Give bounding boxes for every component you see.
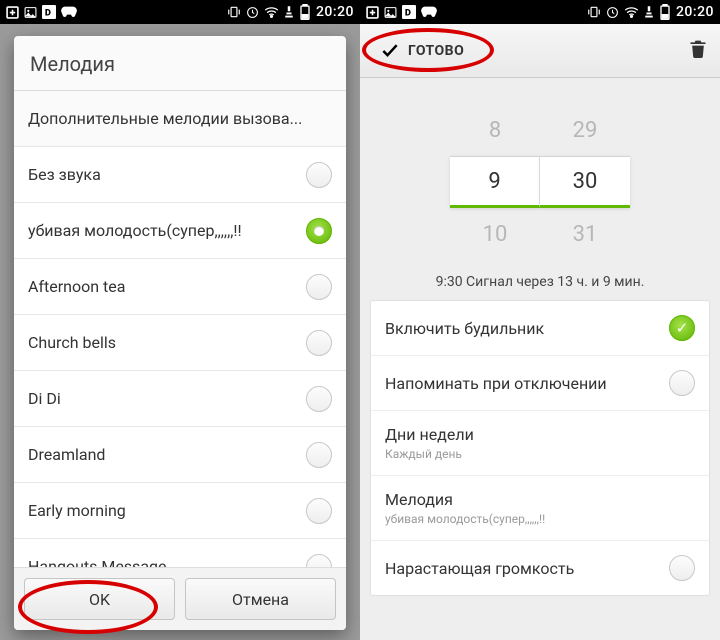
settings-label: Мелодия [385,490,545,509]
screen-left: D 20:20 Мелодия Дополнительные мелодии в… [0,0,360,640]
alarm-subtitle: 9:30 Сигнал через 13 ч. и 9 мин. [360,274,720,290]
signal-icon [284,6,294,19]
radio-icon[interactable] [306,218,332,244]
ringtone-row[interactable]: Hangouts Message [14,539,346,567]
wifi-icon [264,6,279,18]
wifi-icon [624,6,639,18]
hour-prev: 8 [450,104,540,156]
ringtone-label: убивая молодость(супер,,,,,,!! [28,221,242,240]
hour-selected: 9 [450,156,540,208]
radio-icon[interactable] [306,554,332,568]
settings-row[interactable]: Дни недели Каждый день [371,411,709,476]
hour-column[interactable]: 8 9 10 [450,104,540,260]
ringtone-label: Di Di [28,389,61,408]
battery-icon [659,4,671,20]
ringtone-row[interactable]: Дополнительные мелодии вызова... [14,91,346,147]
vibrate-icon [227,5,241,19]
dialog-title: Мелодия [14,36,346,91]
status-bar: D 20:20 [0,0,360,24]
ringtone-row[interactable]: Early morning [14,483,346,539]
dailymotion-icon: D [42,5,56,19]
ringtone-row[interactable]: Di Di [14,371,346,427]
radio-icon[interactable] [306,442,332,468]
ringtone-list[interactable]: Дополнительные мелодии вызова... Без звук… [14,91,346,567]
hour-next: 10 [450,208,540,260]
status-time: 20:20 [676,4,714,20]
time-picker[interactable]: 8 9 10 29 30 31 [450,104,630,260]
settings-label: Включить будильник [385,319,544,338]
cancel-button[interactable]: Отмена [185,578,336,620]
minute-prev: 29 [540,104,630,156]
settings-row[interactable]: Мелодия убивая молодость(супер,,,,,,!! [371,476,709,541]
ok-button[interactable]: OK [24,578,175,620]
clock-icon [246,6,259,19]
plus-icon [6,6,19,19]
settings-row[interactable]: Нарастающая громкость [371,541,709,595]
settings-label: Напоминать при отключении [385,374,607,393]
ringtone-label: Hangouts Message [28,557,166,567]
radio-icon[interactable] [306,162,332,188]
ringtone-row[interactable]: Church bells [14,315,346,371]
toggle-icon[interactable]: ✓ [669,315,695,341]
ringtone-row[interactable]: Dreamland [14,427,346,483]
ringtone-label: Без звука [28,165,101,184]
dialog-actions: OK Отмена [14,567,346,630]
status-time: 20:20 [316,4,354,20]
radio-icon[interactable] [306,274,332,300]
minute-next: 31 [540,208,630,260]
radio-icon[interactable] [306,498,332,524]
delete-button[interactable] [688,38,708,64]
battery-icon [299,4,311,20]
svg-text:D: D [405,8,411,19]
svg-text:D: D [45,8,51,19]
ringtone-label: Church bells [28,333,116,352]
ringtone-label: Дополнительные мелодии вызова... [28,109,302,128]
radio-icon[interactable] [306,330,332,356]
plus-icon [366,6,379,19]
settings-row[interactable]: Напоминать при отключении [371,356,709,411]
image-icon [384,6,397,19]
ringtone-label: Early morning [28,501,126,520]
topbar: ГОТОВО [360,24,720,78]
settings-label: Нарастающая громкость [385,559,574,578]
screen-right: D 20:20 ГОТОВО 8 9 10 [360,0,720,640]
settings-card: Включить будильник ✓ Напоминать при отключ… [370,300,710,596]
toggle-icon[interactable] [669,555,695,581]
vibrate-icon [587,5,601,19]
check-icon [380,41,400,61]
settings-sublabel: Каждый день [385,447,474,461]
ringtone-label: Dreamland [28,445,105,464]
ringtone-row[interactable]: Afternoon tea [14,259,346,315]
clock-icon [606,6,619,19]
radio-icon[interactable] [306,386,332,412]
signal-icon [644,6,654,19]
minute-selected: 30 [540,156,630,208]
ringtone-row[interactable]: убивая молодость(супер,,,,,,!! [14,203,346,259]
ringtone-row[interactable]: Без звука [14,147,346,203]
status-bar: D 20:20 [360,0,720,24]
settings-sublabel: убивая молодость(супер,,,,,,!! [385,512,545,526]
toggle-icon[interactable] [669,370,695,396]
gamepad-icon [421,6,437,18]
ringtone-label: Afternoon tea [28,277,125,296]
done-button[interactable]: ГОТОВО [372,35,472,67]
image-icon [24,6,37,19]
dailymotion-icon: D [402,5,416,19]
ringtone-dialog: Мелодия Дополнительные мелодии вызова...… [14,36,346,630]
gamepad-icon [61,6,77,18]
settings-label: Дни недели [385,425,474,444]
minute-column[interactable]: 29 30 31 [540,104,630,260]
done-label: ГОТОВО [408,43,464,59]
settings-row[interactable]: Включить будильник ✓ [371,301,709,356]
